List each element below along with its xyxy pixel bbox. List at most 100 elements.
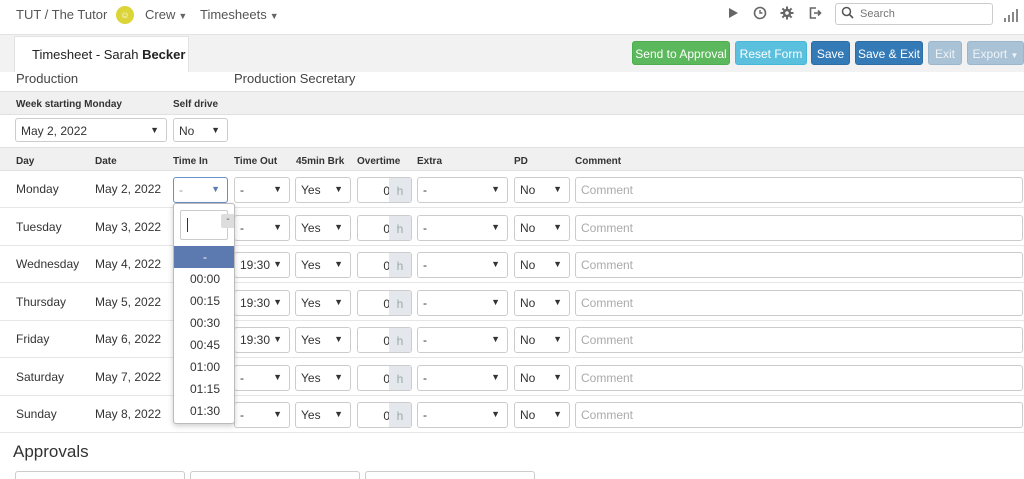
extra-value: -: [423, 371, 427, 385]
sign-out-icon[interactable]: [806, 6, 824, 24]
overtime-input[interactable]: 0h: [357, 252, 412, 278]
comment-field[interactable]: [575, 215, 1023, 241]
overtime-input[interactable]: 0h: [357, 402, 412, 428]
time-in-select[interactable]: - ▼: [173, 177, 228, 203]
pd-select[interactable]: No ▼: [514, 402, 570, 428]
break-select[interactable]: Yes ▼: [295, 290, 351, 316]
overtime-value: 0: [383, 222, 390, 236]
col-break: 45min Brk: [296, 156, 345, 167]
time-out-value: -: [240, 221, 244, 235]
comment-field[interactable]: [575, 365, 1023, 391]
hours-addon: h: [389, 216, 411, 240]
dropdown-option[interactable]: 01:15: [174, 378, 234, 400]
time-out-select[interactable]: - ▼: [234, 365, 290, 391]
extra-select[interactable]: - ▼: [417, 365, 508, 391]
send-to-approval-button[interactable]: Send to Approval: [632, 41, 730, 65]
col-comment: Comment: [575, 156, 622, 167]
overtime-input[interactable]: 0h: [357, 177, 412, 203]
comment-input[interactable]: [581, 371, 1011, 385]
extra-select[interactable]: - ▼: [417, 177, 508, 203]
extra-select[interactable]: - ▼: [417, 327, 508, 353]
search-field[interactable]: [835, 3, 993, 25]
dropdown-option[interactable]: 01:30: [174, 400, 234, 422]
comment-field[interactable]: [575, 402, 1023, 428]
extra-select[interactable]: - ▼: [417, 402, 508, 428]
time-out-select[interactable]: 19:30 ▼: [234, 327, 290, 353]
dropdown-option[interactable]: 00:45: [174, 334, 234, 356]
caret-down-icon: ▼: [334, 409, 343, 419]
timesheet-tab[interactable]: Timesheet - Sarah Becker: [14, 36, 189, 72]
break-select[interactable]: Yes ▼: [295, 177, 351, 203]
nav-timesheets-menu[interactable]: Timesheets ▼: [200, 7, 279, 22]
settings-header-row: Week starting Monday Self drive: [0, 91, 1024, 115]
comment-input[interactable]: [581, 221, 1011, 235]
overtime-input[interactable]: 0h: [357, 365, 412, 391]
caret-down-icon: ▼: [334, 222, 343, 232]
search-input[interactable]: [860, 6, 988, 22]
comment-field[interactable]: [575, 327, 1023, 353]
dropdown-option[interactable]: 00:30: [174, 312, 234, 334]
extra-select[interactable]: - ▼: [417, 215, 508, 241]
comment-input[interactable]: [581, 183, 1011, 197]
signal-bars-icon[interactable]: [1004, 8, 1018, 22]
approval-slot[interactable]: [15, 471, 185, 479]
comment-input[interactable]: [581, 258, 1011, 272]
clear-button[interactable]: -: [221, 214, 234, 228]
overtime-input[interactable]: 0h: [357, 290, 412, 316]
play-icon[interactable]: [724, 6, 742, 24]
time-out-select[interactable]: 19:30 ▼: [234, 290, 290, 316]
pd-select[interactable]: No ▼: [514, 365, 570, 391]
brand-link[interactable]: TUT / The Tutor: [16, 7, 107, 22]
comment-field[interactable]: [575, 177, 1023, 203]
break-select[interactable]: Yes ▼: [295, 327, 351, 353]
pd-select[interactable]: No ▼: [514, 327, 570, 353]
dropdown-search-input[interactable]: -: [180, 210, 234, 240]
comment-input[interactable]: [581, 296, 1011, 310]
timesheet-title: Timesheet - Sarah Becker: [32, 47, 186, 62]
pd-value: No: [520, 296, 536, 310]
comment-field[interactable]: [575, 252, 1023, 278]
reset-form-button[interactable]: Reset Form: [735, 41, 807, 65]
date-value: May 6, 2022: [95, 332, 162, 346]
break-select[interactable]: Yes ▼: [295, 402, 351, 428]
overtime-input[interactable]: 0h: [357, 327, 412, 353]
break-value: Yes: [301, 333, 321, 347]
save-and-exit-button[interactable]: Save & Exit: [855, 41, 923, 65]
caret-down-icon: ▼: [491, 259, 500, 269]
time-out-select[interactable]: - ▼: [234, 177, 290, 203]
approval-slot[interactable]: [190, 471, 360, 479]
export-button[interactable]: Export ▼: [967, 41, 1024, 65]
nav-crew-menu[interactable]: Crew ▼: [145, 7, 187, 22]
save-button[interactable]: Save: [811, 41, 850, 65]
time-out-select[interactable]: 19:30 ▼: [234, 252, 290, 278]
col-day: Day: [16, 156, 35, 167]
dropdown-option[interactable]: 01:00: [174, 356, 234, 378]
overtime-value: 0: [383, 409, 390, 423]
gear-icon[interactable]: [778, 6, 796, 24]
break-select[interactable]: Yes ▼: [295, 365, 351, 391]
pd-select[interactable]: No ▼: [514, 290, 570, 316]
dropdown-option[interactable]: -: [174, 246, 234, 268]
comment-field[interactable]: [575, 290, 1023, 316]
clock-icon[interactable]: [751, 6, 769, 24]
overtime-input[interactable]: 0h: [357, 215, 412, 241]
self-drive-select[interactable]: No ▼: [173, 118, 228, 142]
approval-slot[interactable]: [365, 471, 535, 479]
extra-select[interactable]: - ▼: [417, 290, 508, 316]
pd-select[interactable]: No ▼: [514, 215, 570, 241]
dropdown-option[interactable]: 00:15: [174, 290, 234, 312]
week-select[interactable]: May 2, 2022 ▼: [15, 118, 167, 142]
break-select[interactable]: Yes ▼: [295, 215, 351, 241]
time-out-select[interactable]: - ▼: [234, 215, 290, 241]
comment-input[interactable]: [581, 333, 1011, 347]
extra-select[interactable]: - ▼: [417, 252, 508, 278]
dropdown-option[interactable]: 00:00: [174, 268, 234, 290]
exit-button[interactable]: Exit: [928, 41, 962, 65]
time-out-select[interactable]: - ▼: [234, 402, 290, 428]
pd-select[interactable]: No ▼: [514, 252, 570, 278]
comment-input[interactable]: [581, 408, 1011, 422]
table-row: Thursday May 5, 2022 19:30 ▼ Yes ▼ 0 h - ▼ No ▼: [0, 284, 1024, 321]
break-select[interactable]: Yes ▼: [295, 252, 351, 278]
pd-select[interactable]: No ▼: [514, 177, 570, 203]
extra-value: -: [423, 296, 427, 310]
